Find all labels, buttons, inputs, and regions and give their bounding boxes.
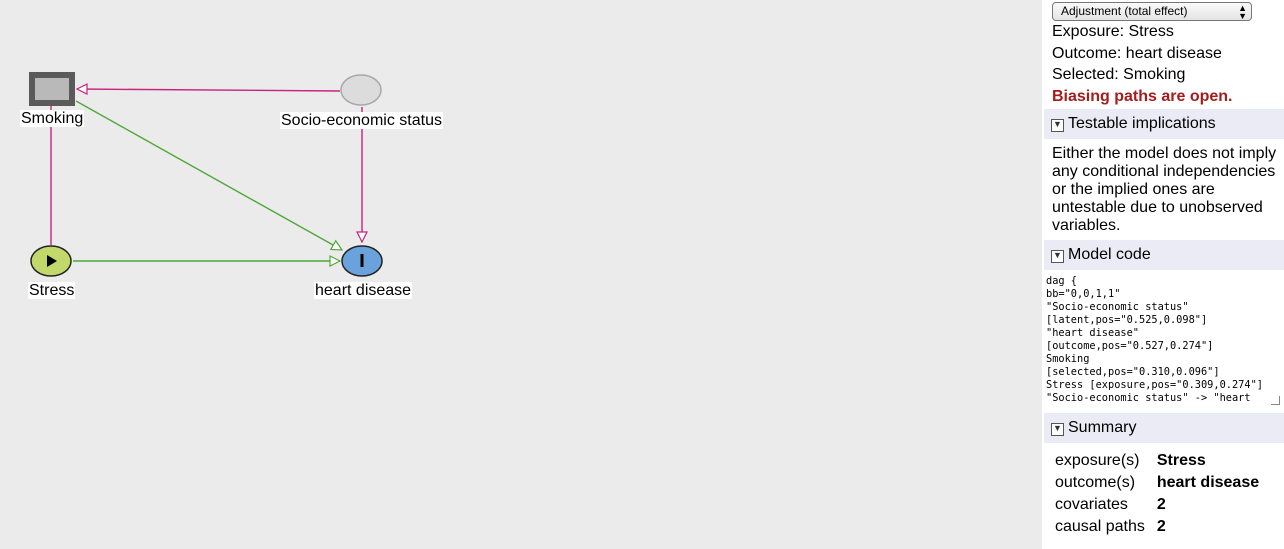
summary-key: covariates xyxy=(1055,496,1128,513)
summary-row: covariates 2 xyxy=(1055,494,1265,516)
node-label-smoking: Smoking xyxy=(20,110,85,127)
collapse-icon[interactable]: ▼ xyxy=(1051,423,1064,436)
collapse-icon[interactable]: ▼ xyxy=(1051,250,1064,263)
collapse-icon[interactable]: ▼ xyxy=(1051,119,1064,132)
section-model-code[interactable]: ▼ Model code xyxy=(1044,240,1284,270)
select-arrows-icon: ▲ ▼ xyxy=(1238,3,1247,21)
node-smoking[interactable] xyxy=(29,72,75,106)
biasing-warning: Biasing paths are open. xyxy=(1052,88,1233,105)
summary-row: outcome(s) heart disease xyxy=(1055,472,1265,494)
node-label-heart-disease: heart disease xyxy=(314,282,413,299)
outcome-info: Outcome: heart disease xyxy=(1052,45,1222,62)
resize-handle-icon[interactable] xyxy=(1271,396,1280,405)
section-testable-implications[interactable]: ▼ Testable implications xyxy=(1044,109,1284,139)
mode-select[interactable]: Adjustment (total effect) ▲ ▼ xyxy=(1052,2,1252,21)
model-code-textarea[interactable]: dag { bb="0,0,1,1" "Socio-economic statu… xyxy=(1044,273,1282,405)
section-title: Summary xyxy=(1068,419,1137,436)
summary-value: 2 xyxy=(1156,496,1166,513)
summary-row: causal paths 2 xyxy=(1055,516,1265,538)
section-title: Model code xyxy=(1068,246,1151,263)
mode-select-value: Adjustment (total effect) xyxy=(1061,4,1188,18)
dag-canvas[interactable]: Smoking Socio-economic status Stress hea… xyxy=(0,0,1042,549)
summary-key: causal paths xyxy=(1055,518,1145,535)
dag-graph xyxy=(29,72,383,277)
implications-text: Either the model does not imply any cond… xyxy=(1052,145,1277,234)
node-label-stress: Stress xyxy=(28,282,76,299)
summary-key: outcome(s) xyxy=(1055,474,1136,491)
summary-key: exposure(s) xyxy=(1055,452,1140,469)
summary-row: exposure(s) Stress xyxy=(1055,450,1265,472)
edge-ses-to-smoking[interactable] xyxy=(77,89,341,91)
summary-value: Stress xyxy=(1156,452,1206,469)
selected-info: Selected: Smoking xyxy=(1052,66,1186,83)
exposure-info: Exposure: Stress xyxy=(1052,23,1174,40)
section-summary[interactable]: ▼ Summary xyxy=(1044,413,1284,443)
node-stress[interactable] xyxy=(30,245,72,277)
summary-table: exposure(s) Stress outcome(s) heart dise… xyxy=(1055,450,1265,538)
section-title: Testable implications xyxy=(1068,115,1216,132)
node-socio-economic-status[interactable] xyxy=(340,74,382,106)
summary-value: heart disease xyxy=(1156,474,1260,491)
summary-value: 2 xyxy=(1156,518,1166,535)
side-panel: Adjustment (total effect) ▲ ▼ Exposure: S… xyxy=(1042,0,1284,549)
node-label-socio-economic-status: Socio-economic status xyxy=(280,112,443,129)
node-heart-disease[interactable] xyxy=(341,245,383,277)
outcome-bar-icon xyxy=(360,254,364,267)
